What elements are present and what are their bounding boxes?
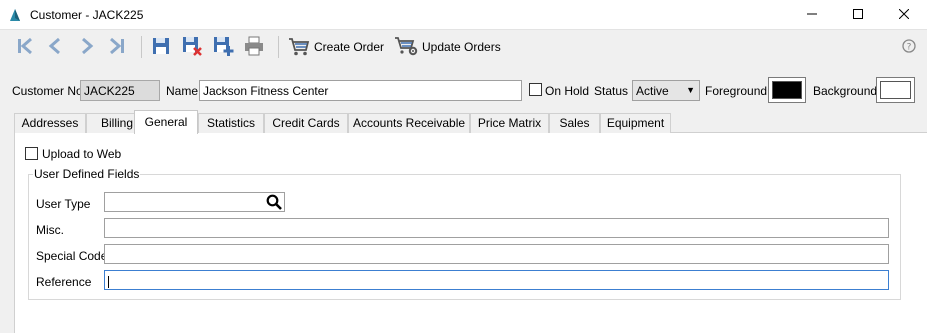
name-label: Name bbox=[166, 84, 199, 98]
customer-no-field[interactable]: JACK225 bbox=[80, 80, 160, 101]
spire-icon bbox=[8, 8, 22, 22]
reference-field[interactable] bbox=[104, 270, 889, 290]
reference-label: Reference bbox=[36, 275, 92, 289]
misc-field[interactable] bbox=[104, 218, 889, 238]
save-new-button[interactable] bbox=[212, 35, 234, 59]
help-icon: ? bbox=[902, 39, 916, 56]
user-type-label: User Type bbox=[36, 197, 91, 211]
background-label: Background bbox=[813, 84, 878, 98]
update-orders-label: Update Orders bbox=[422, 40, 501, 54]
tab-price-matrix[interactable]: Price Matrix bbox=[470, 113, 549, 133]
name-field[interactable]: Jackson Fitness Center bbox=[199, 80, 522, 101]
maximize-icon bbox=[853, 8, 863, 22]
dropdown-arrow-icon: ▼ bbox=[686, 85, 695, 95]
on-hold-checkbox[interactable] bbox=[529, 83, 542, 96]
tab-addresses[interactable]: Addresses bbox=[14, 113, 86, 133]
create-order-label: Create Order bbox=[314, 40, 385, 54]
close-button[interactable] bbox=[881, 0, 927, 30]
close-icon bbox=[898, 8, 910, 22]
save-close-button[interactable] bbox=[181, 35, 203, 59]
minimize-button[interactable] bbox=[789, 0, 835, 30]
previous-record-icon bbox=[44, 35, 66, 60]
previous-record-button[interactable] bbox=[44, 35, 66, 59]
print-button[interactable] bbox=[243, 35, 265, 59]
save-button[interactable] bbox=[150, 35, 172, 59]
tab-equipment[interactable]: Equipment bbox=[600, 113, 671, 133]
background-color-swatch bbox=[880, 81, 911, 99]
status-value: Active bbox=[636, 84, 669, 98]
shopping-cart-icon bbox=[288, 35, 310, 60]
save-close-icon bbox=[181, 35, 203, 60]
first-record-button[interactable] bbox=[14, 35, 36, 59]
window-title: Customer - JACK225 bbox=[30, 8, 144, 22]
save-new-icon bbox=[212, 35, 234, 60]
tab-statistics[interactable]: Statistics bbox=[198, 113, 264, 133]
last-record-icon bbox=[106, 35, 128, 60]
user-defined-fields-title: User Defined Fields bbox=[33, 167, 141, 181]
foreground-label: Foreground bbox=[705, 84, 768, 98]
first-record-icon bbox=[14, 35, 36, 60]
background-color-picker[interactable] bbox=[876, 77, 915, 103]
help-button[interactable]: ? bbox=[902, 39, 916, 56]
text-cursor bbox=[108, 275, 109, 288]
foreground-color-picker[interactable] bbox=[768, 77, 806, 103]
tab-accounts-receivable[interactable]: Accounts Receivable bbox=[348, 113, 470, 133]
last-record-button[interactable] bbox=[106, 35, 128, 59]
special-code-label: Special Code bbox=[36, 249, 108, 263]
on-hold-label: On Hold bbox=[545, 84, 590, 98]
search-icon[interactable] bbox=[266, 194, 282, 213]
misc-label: Misc. bbox=[36, 223, 64, 237]
toolbar-separator bbox=[141, 36, 142, 58]
toolbar: Create Order Update Orders ? bbox=[0, 30, 927, 63]
upload-to-web-label: Upload to Web bbox=[42, 147, 122, 161]
user-type-field[interactable] bbox=[104, 192, 285, 212]
save-icon bbox=[150, 35, 172, 60]
create-order-button[interactable]: Create Order bbox=[288, 35, 384, 59]
title-bar: Customer - JACK225 bbox=[0, 0, 927, 30]
tab-credit-cards[interactable]: Credit Cards bbox=[264, 113, 348, 133]
next-record-icon bbox=[76, 35, 98, 60]
next-record-button[interactable] bbox=[76, 35, 98, 59]
cart-gear-icon bbox=[394, 35, 418, 60]
status-label: Status bbox=[594, 84, 629, 98]
tab-general[interactable]: General bbox=[134, 110, 198, 134]
print-icon bbox=[243, 35, 265, 60]
customer-no-label: Customer No bbox=[12, 84, 83, 98]
status-select[interactable]: Active ▼ bbox=[632, 80, 700, 101]
special-code-field[interactable] bbox=[104, 244, 889, 264]
tab-sales[interactable]: Sales bbox=[549, 113, 600, 133]
update-orders-button[interactable]: Update Orders bbox=[394, 35, 501, 59]
foreground-color-swatch bbox=[772, 81, 802, 99]
toolbar-separator bbox=[278, 36, 279, 58]
customer-header: Customer No JACK225 Name Jackson Fitness… bbox=[0, 76, 927, 106]
minimize-icon bbox=[807, 8, 817, 22]
maximize-button[interactable] bbox=[835, 0, 881, 30]
svg-text:?: ? bbox=[907, 43, 912, 53]
upload-to-web-checkbox[interactable] bbox=[25, 147, 38, 160]
